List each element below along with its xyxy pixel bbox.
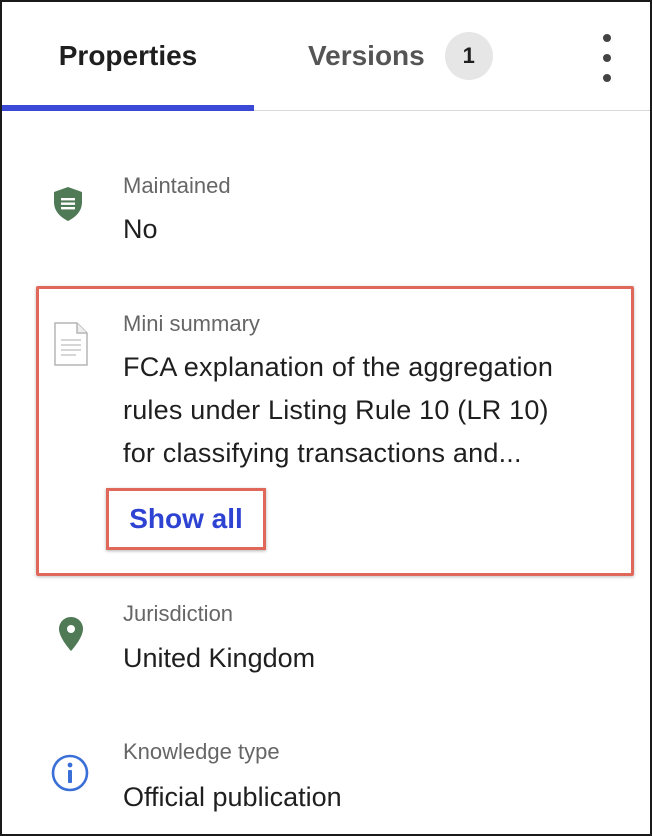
info-icon [51, 754, 89, 797]
more-dot-icon [603, 54, 611, 62]
document-icon [54, 322, 88, 371]
mini-summary-line: for classifying transactions and... [123, 438, 522, 468]
location-pin-icon [58, 616, 84, 657]
maintained-label: Maintained [123, 173, 231, 198]
tab-versions-label: Versions [308, 40, 425, 71]
tab-properties[interactable]: Properties [2, 2, 254, 111]
more-dot-icon [603, 34, 611, 42]
knowledge-type-label: Knowledge type [123, 739, 280, 764]
mini-summary-label: Mini summary [123, 311, 260, 336]
shield-icon [52, 186, 84, 227]
versions-count-badge: 1 [444, 32, 493, 80]
maintained-value: No [123, 214, 158, 244]
more-options-button[interactable] [592, 34, 622, 82]
tab-properties-label: Properties [58, 40, 198, 71]
show-all-label: Show all [129, 503, 243, 534]
mini-summary-text: FCA explanation of the aggregation rules… [123, 346, 633, 475]
properties-panel: Properties Versions 1 Maintained No Mini… [0, 0, 652, 836]
tab-bar: Properties Versions 1 [2, 2, 650, 111]
jurisdiction-value: United Kingdom [123, 643, 316, 673]
show-all-button[interactable]: Show all [106, 488, 266, 550]
mini-summary-line: rules under Listing Rule 10 (LR 10) [123, 395, 549, 425]
jurisdiction-label: Jurisdiction [123, 601, 234, 626]
tab-versions[interactable]: Versions 1 [308, 2, 493, 110]
knowledge-type-value: Official publication [123, 782, 342, 812]
mini-summary-line: FCA explanation of the aggregation [123, 352, 554, 382]
more-dot-icon [603, 74, 611, 82]
